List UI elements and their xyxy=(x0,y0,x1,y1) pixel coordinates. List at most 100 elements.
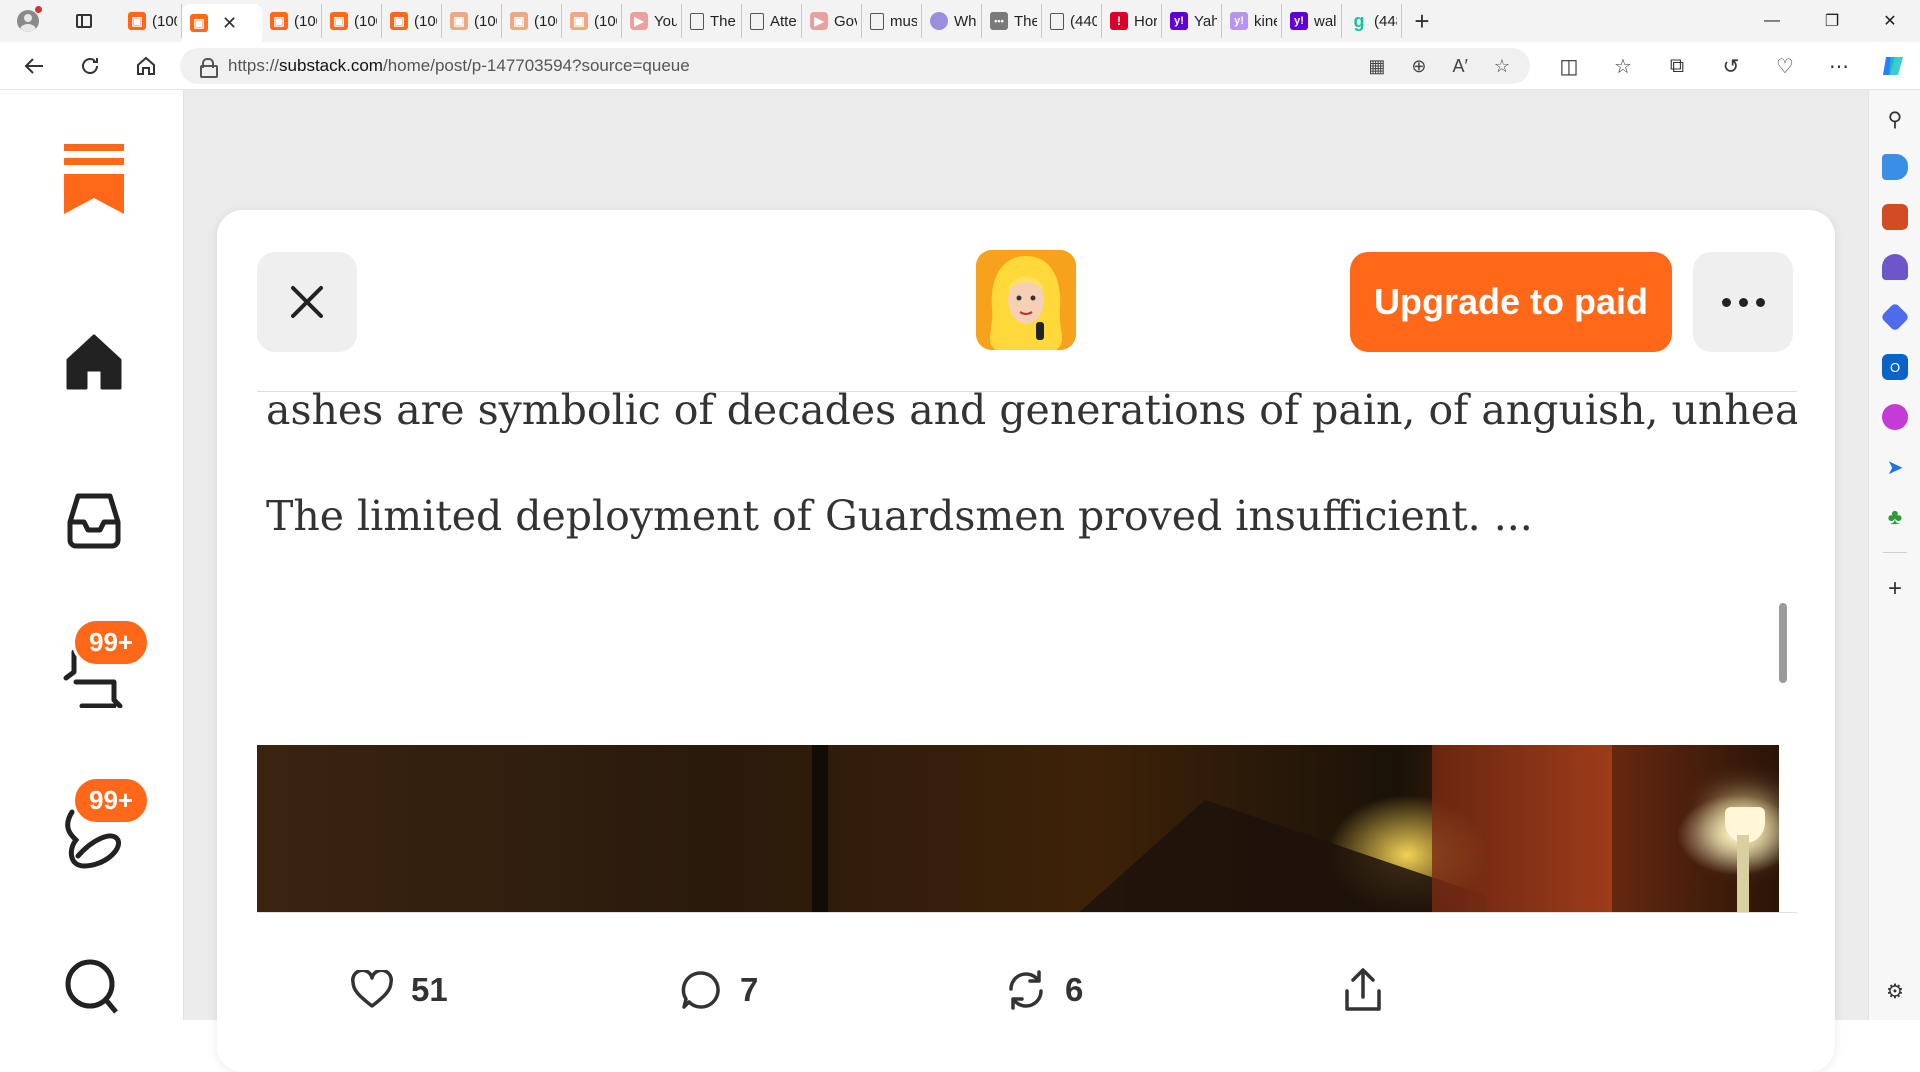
refresh-button[interactable] xyxy=(68,46,112,86)
home-button[interactable] xyxy=(124,46,168,86)
restack-button[interactable]: 6 xyxy=(1005,950,1083,1030)
sidebar-settings-gear-icon[interactable]: ⚙ xyxy=(1882,978,1908,1004)
tab-actions-icon xyxy=(76,14,92,28)
post-actions: 51 7 6 xyxy=(217,950,1835,1030)
tab[interactable]: ▣ (100 xyxy=(562,4,622,38)
shopping-tag-icon[interactable] xyxy=(1882,154,1908,180)
favorite-star-icon[interactable]: ☆ xyxy=(1494,56,1510,77)
substack-icon: ▣ xyxy=(128,12,146,30)
notification-dot xyxy=(35,6,42,13)
home-nav-button[interactable] xyxy=(58,326,130,398)
substack-icon: ▣ xyxy=(390,12,408,30)
add-sidebar-app-icon[interactable]: + xyxy=(1882,575,1908,602)
tab-label: (440 xyxy=(1070,12,1097,30)
tab-label: (100 xyxy=(594,12,617,30)
sidebar-search-icon[interactable]: ⚲ xyxy=(1882,106,1908,132)
tab[interactable]: ▣ (100 xyxy=(382,4,442,38)
settings-more-button[interactable]: ⋯ xyxy=(1812,46,1866,86)
comment-icon xyxy=(681,971,720,1009)
post-image[interactable] xyxy=(257,745,1779,912)
close-window-button[interactable]: ✕ xyxy=(1860,0,1920,42)
purple-icon xyxy=(930,12,948,30)
microsoft365-icon[interactable] xyxy=(1880,302,1910,332)
collections-button[interactable]: ⧉ xyxy=(1650,46,1704,86)
comment-button[interactable]: 7 xyxy=(680,950,758,1030)
search-nav-button[interactable] xyxy=(58,950,130,1022)
tab[interactable]: Wha xyxy=(922,4,982,38)
tab-label: Yah xyxy=(1194,12,1217,30)
tab[interactable]: ••• The xyxy=(982,4,1042,38)
upgrade-to-paid-button[interactable]: Upgrade to paid xyxy=(1350,252,1672,352)
tab-label: (100 xyxy=(354,12,377,30)
substack-logo[interactable] xyxy=(64,144,124,214)
tab-label: (100 xyxy=(294,12,317,30)
profile-avatar[interactable] xyxy=(10,3,46,39)
publication-avatar[interactable] xyxy=(976,250,1076,350)
outlook-icon[interactable]: O xyxy=(1882,354,1908,380)
tab[interactable]: ▣ (100 xyxy=(442,4,502,38)
tab[interactable]: y! Yah xyxy=(1162,4,1222,38)
like-count: 51 xyxy=(411,971,448,1008)
app-available-icon[interactable]: ▦ xyxy=(1368,56,1385,77)
back-button[interactable] xyxy=(12,46,56,86)
comment-count: 7 xyxy=(740,971,759,1008)
profile-icon xyxy=(17,10,39,32)
tab[interactable]: ! Hor xyxy=(1102,4,1162,38)
tree-icon[interactable]: ♣ xyxy=(1882,504,1908,530)
split-screen-button[interactable]: ◫ xyxy=(1542,46,1596,86)
tab-close-icon[interactable]: ✕ xyxy=(222,13,237,34)
designer-icon[interactable] xyxy=(1882,404,1908,430)
substack-icon: ▣ xyxy=(510,12,528,30)
image-lamp-post xyxy=(1737,835,1749,912)
substack-icon: ▣ xyxy=(570,12,588,30)
more-options-button[interactable] xyxy=(1693,252,1793,352)
tab[interactable]: g (448 xyxy=(1342,4,1402,38)
more-dot-icon xyxy=(1721,297,1731,307)
share-button[interactable] xyxy=(1342,950,1384,1030)
tab-label: (100 xyxy=(534,12,557,30)
tab[interactable]: ▶ You xyxy=(622,4,682,38)
browser-essentials-button[interactable]: ♡ xyxy=(1758,46,1812,86)
tab[interactable]: Atte xyxy=(742,4,802,38)
games-chess-icon[interactable] xyxy=(1882,254,1908,280)
minimize-button[interactable]: — xyxy=(1742,0,1802,42)
tab[interactable]: mus xyxy=(862,4,922,38)
scrollbar-thumb[interactable] xyxy=(1779,603,1787,683)
sidebar-divider xyxy=(1883,552,1907,553)
browser-toolbar: https://substack.com/home/post/p-1477035… xyxy=(0,42,1920,90)
new-tab-button[interactable]: + xyxy=(1402,4,1442,38)
zoom-icon[interactable]: ⊕ xyxy=(1411,56,1426,77)
inbox-nav-button[interactable] xyxy=(58,484,130,556)
address-bar[interactable]: https://substack.com/home/post/p-1477035… xyxy=(180,48,1530,84)
close-post-button[interactable] xyxy=(257,252,357,352)
tools-briefcase-icon[interactable] xyxy=(1882,204,1908,230)
tab-label: (100 xyxy=(414,12,437,30)
tab[interactable]: ▣ (100 xyxy=(322,4,382,38)
post-paragraph[interactable]: The limited deployment of Guardsmen prov… xyxy=(266,492,1533,540)
history-button[interactable]: ↺ xyxy=(1704,46,1758,86)
tab[interactable]: y! kine xyxy=(1222,4,1282,38)
tab[interactable]: The xyxy=(682,4,742,38)
tab[interactable]: ▶ Gov xyxy=(802,4,862,38)
document-icon xyxy=(750,12,764,30)
tab[interactable]: ▣ (100 xyxy=(502,4,562,38)
favorites-button[interactable]: ☆ xyxy=(1596,46,1650,86)
read-aloud-icon[interactable]: A′ xyxy=(1452,56,1467,77)
tab[interactable]: y! wal xyxy=(1282,4,1342,38)
tab[interactable]: ▣ (100 xyxy=(262,4,322,38)
tab[interactable]: ▣ (100 xyxy=(120,4,182,38)
tab-label: wal xyxy=(1314,12,1337,30)
tab-actions-button[interactable] xyxy=(66,5,102,37)
tab[interactable]: (440 xyxy=(1042,4,1102,38)
restore-button[interactable]: ❐ xyxy=(1802,0,1862,42)
send-telegram-icon[interactable]: ➤ xyxy=(1882,454,1908,480)
tab-active[interactable]: ▣ ✕ xyxy=(182,4,262,42)
copilot-button[interactable] xyxy=(1866,46,1920,86)
restack-count: 6 xyxy=(1065,971,1084,1008)
like-button[interactable]: 51 xyxy=(351,950,448,1030)
document-icon xyxy=(1050,12,1064,30)
back-arrow-icon xyxy=(24,57,43,74)
substack-icon: ▣ xyxy=(190,14,208,32)
post-modal: Upgrade to paid ashes are symbolic of de… xyxy=(217,210,1835,1072)
tab-strip: ▣(100▣✕▣(100▣(100▣(100▣(100▣(100▣(100▶Yo… xyxy=(0,0,1920,42)
